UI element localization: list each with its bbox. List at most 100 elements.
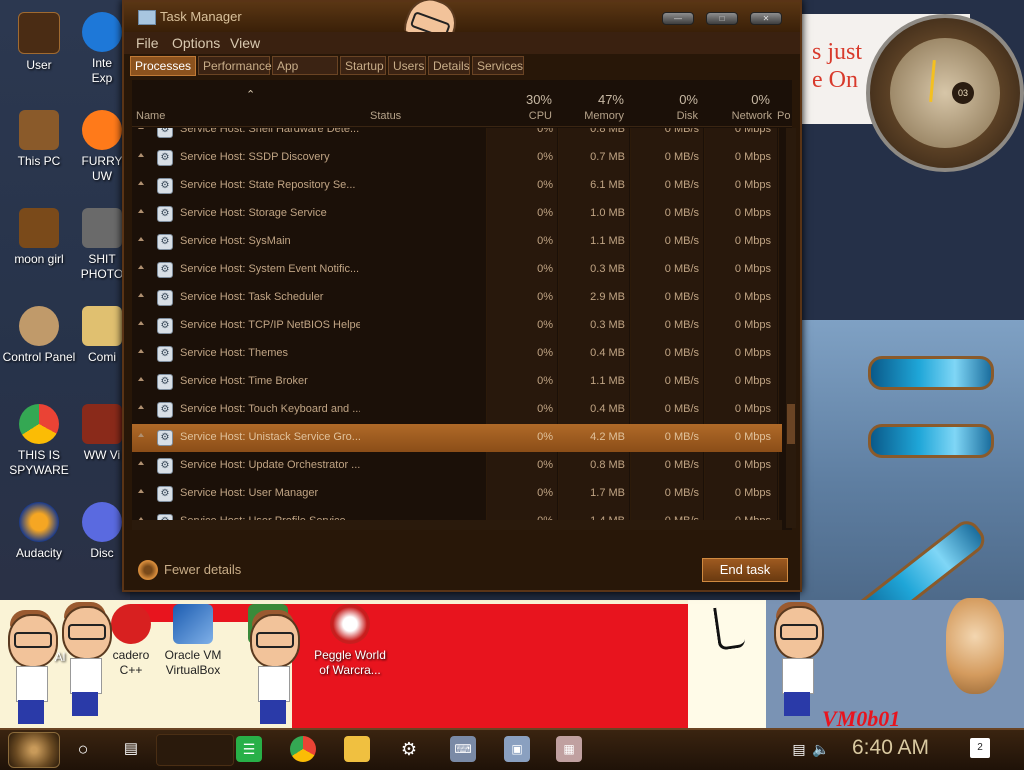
cartoon-character (248, 610, 300, 724)
taskbar-search-area[interactable] (156, 734, 234, 766)
tab-details[interactable]: Details (428, 56, 470, 75)
memory-value: 0.7 MB (590, 151, 625, 163)
minimize-button[interactable]: — (662, 12, 694, 25)
disk-value: 0 MB/s (664, 459, 699, 471)
tab-app-history[interactable]: App history (272, 56, 338, 92)
table-row[interactable]: ⚙ Service Host: Unistack Service Gro... 0%… (132, 424, 782, 452)
process-name: Service Host: User Manager (180, 487, 319, 499)
expand-arrow-icon[interactable] (138, 321, 144, 325)
desktop-icon-comic[interactable]: Comi (80, 306, 124, 365)
end-task-button[interactable]: End task (702, 558, 788, 582)
menu-options[interactable]: Options (172, 35, 220, 51)
column-header-status[interactable]: Status (370, 110, 401, 122)
desktop-icon-moon-girl[interactable]: moon girl (0, 208, 78, 267)
table-row[interactable]: ⚙ Service Host: SysMain 0% 1.1 MB 0 MB/s 0 Mb… (132, 228, 782, 256)
scrollbar-thumb[interactable] (787, 404, 795, 444)
desktop-icon-this-pc[interactable]: This PC (0, 110, 78, 169)
cpu-value: 0% (537, 319, 553, 331)
desktop-icon-embarcadero[interactable]: cadero C++ (106, 604, 156, 678)
tab-startup[interactable]: Startup (340, 56, 386, 75)
service-gear-icon: ⚙ (157, 178, 173, 194)
desktop-icon-audacity[interactable]: Audacity (0, 502, 78, 561)
expand-arrow-icon[interactable] (138, 377, 144, 381)
image-icon[interactable]: ▦ (556, 736, 582, 762)
menu-view[interactable]: View (230, 35, 260, 51)
tab-performance[interactable]: Performance (198, 56, 272, 75)
task-view-icon[interactable]: ▤ (118, 736, 144, 762)
volume-muted-icon[interactable]: 🔈 (808, 736, 834, 762)
tab-processes[interactable]: Processes (130, 56, 196, 76)
close-button[interactable]: ✕ (750, 12, 782, 25)
column-header-power[interactable]: Po (777, 110, 791, 122)
table-row[interactable]: ⚙ Service Host: Touch Keyboard and ... 0% 0… (132, 396, 782, 424)
table-row[interactable]: ⚙ Service Host: State Repository Se... 0% 6… (132, 172, 782, 200)
table-row[interactable]: ⚙ Service Host: Themes 0% 0.4 MB 0 MB/s 0 Mbp… (132, 340, 782, 368)
tab-users[interactable]: Users (388, 56, 426, 75)
wallpaper-doodle (713, 604, 746, 651)
desktop-icon-spyware[interactable]: THIS IS SPYWARE (0, 404, 78, 478)
table-row[interactable]: ⚙ Service Host: TCP/IP NetBIOS Helper 0% 0.… (132, 312, 782, 340)
desktop-icon-ie[interactable]: Inte Exp (80, 12, 124, 86)
folder-icon[interactable] (344, 736, 370, 762)
column-header-network[interactable]: Network (710, 110, 772, 122)
menu-file[interactable]: File (136, 35, 159, 51)
maximize-button[interactable]: □ (706, 12, 738, 25)
notes-icon[interactable]: ☰ (236, 736, 262, 762)
service-gear-icon: ⚙ (157, 346, 173, 362)
expand-arrow-icon[interactable] (138, 153, 144, 157)
cpu-value: 0% (537, 347, 553, 359)
network-icon[interactable]: ▣ (504, 736, 530, 762)
table-row[interactable]: ⚙ Service Host: Storage Service 0% 1.0 MB 0 … (132, 200, 782, 228)
table-row[interactable]: ⚙ Service Host: SSDP Discovery 0% 0.7 MB 0 M… (132, 144, 782, 172)
table-row[interactable]: ⚙ Service Host: Task Scheduler 0% 2.9 MB 0 M… (132, 284, 782, 312)
expand-arrow-icon[interactable] (138, 405, 144, 409)
wallpaper-text: s just e On (812, 39, 863, 93)
table-row[interactable]: ⚙ Service Host: System Event Notific... 0%… (132, 256, 782, 284)
cortana-icon[interactable]: ○ (70, 736, 96, 762)
memory-value: 0.8 MB (590, 459, 625, 471)
expand-arrow-icon[interactable] (138, 265, 144, 269)
desktop-icon-shit-photo[interactable]: SHIT PHOTO (80, 208, 124, 282)
expand-arrow-icon[interactable] (138, 128, 144, 129)
table-row[interactable]: ⚙ Service Host: Update Orchestrator ... 0%… (132, 452, 782, 480)
expand-arrow-icon[interactable] (138, 433, 144, 437)
desktop-icon-control-panel[interactable]: Control Panel (0, 306, 78, 365)
expand-arrow-icon[interactable] (138, 237, 144, 241)
expand-arrow-icon[interactable] (138, 461, 144, 465)
network-value: 0 Mbps (734, 403, 771, 415)
horizontal-scrollbar[interactable] (132, 520, 782, 530)
settings-icon[interactable]: ⚙ (396, 736, 422, 762)
column-header-cpu[interactable]: CPU (502, 110, 552, 122)
vertical-scrollbar[interactable] (786, 128, 796, 528)
expand-arrow-icon[interactable] (138, 489, 144, 493)
chevron-up-icon[interactable] (138, 560, 158, 580)
expand-arrow-icon[interactable] (138, 181, 144, 185)
keyboard-icon[interactable]: ⌨ (450, 736, 476, 762)
column-header-disk[interactable]: Disk (638, 110, 698, 122)
expand-arrow-icon[interactable] (138, 293, 144, 297)
memory-value: 2.9 MB (590, 291, 625, 303)
desktop-icon-furry[interactable]: FURRY UW (80, 110, 124, 184)
disk-value: 0 MB/s (664, 291, 699, 303)
table-row[interactable]: ⚙ Service Host: User Manager 0% 1.7 MB 0 MB/… (132, 480, 782, 508)
start-button[interactable] (8, 732, 60, 768)
desktop-icon-virtualbox[interactable]: Oracle VM VirtualBox (154, 604, 232, 678)
column-header-memory[interactable]: Memory (562, 110, 624, 122)
expand-arrow-icon[interactable] (138, 349, 144, 353)
clock-time[interactable]: 6:40 AM (852, 736, 929, 760)
desktop-icon-peggle[interactable]: Peggle World of Warcra... (310, 604, 390, 678)
table-row[interactable]: ⚙ Service Host: Shell Hardware Dete... 0% 0… (132, 128, 782, 144)
expand-arrow-icon[interactable] (138, 209, 144, 213)
desktop-icon-ww[interactable]: WW Vi (80, 404, 124, 463)
notification-icon[interactable]: 2 (970, 738, 990, 758)
cpu-value: 0% (537, 235, 553, 247)
tab-services[interactable]: Services (472, 56, 524, 75)
clock-widget (866, 14, 1024, 172)
desktop-icon-disc[interactable]: Disc (80, 502, 124, 561)
chrome-icon[interactable] (290, 736, 316, 762)
network-percent: 0% (751, 92, 770, 107)
column-header-name[interactable]: Name (136, 110, 165, 122)
fewer-details-link[interactable]: Fewer details (164, 562, 241, 577)
desktop-icon-user[interactable]: User (0, 12, 78, 73)
table-row[interactable]: ⚙ Service Host: Time Broker 0% 1.1 MB 0 MB/s… (132, 368, 782, 396)
